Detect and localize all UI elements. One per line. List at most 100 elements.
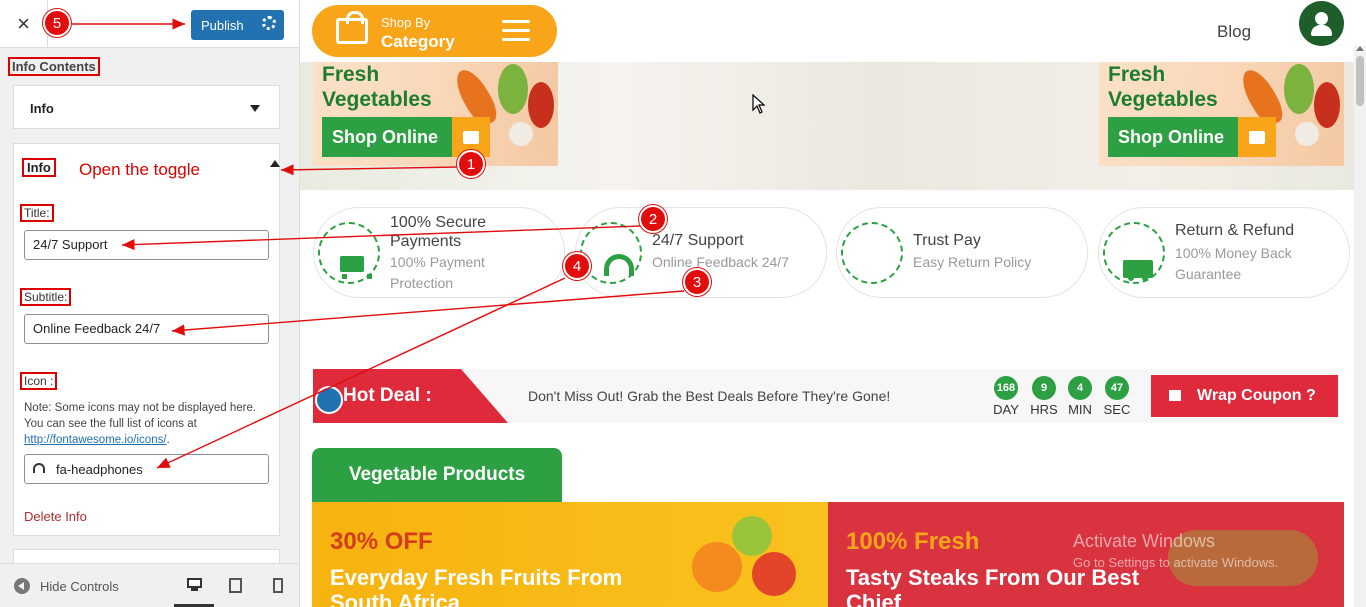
blog-nav-link[interactable]: Blog (1217, 22, 1251, 42)
subtitle-field-label: Subtitle: (20, 288, 72, 306)
headphones-icon (33, 463, 45, 473)
cabbage-image (498, 64, 528, 114)
watermark-title: Activate Windows (1073, 531, 1216, 551)
banner-title-line: Fresh (1108, 63, 1166, 86)
edit-pencil-icon[interactable] (315, 386, 343, 414)
icon-note-end: . (166, 434, 170, 446)
gear-icon[interactable] (262, 16, 276, 30)
promo-heading: Everyday Fresh Fruits From South Africa (330, 565, 623, 607)
countdown-value: 4 (1068, 376, 1092, 400)
chevron-down-icon[interactable] (250, 105, 260, 112)
step-badge: 5 (43, 9, 71, 37)
windows-activation-watermark: Activate Windows Go to Settings to activ… (1073, 531, 1278, 570)
icon-field[interactable]: fa-headphones (24, 454, 269, 484)
feature-title: Return & Refund (1175, 222, 1295, 239)
icon-field-value: fa-headphones (56, 462, 143, 477)
shop-by-text: Shop By (381, 15, 431, 30)
site-header: Shop By Category Blog (300, 0, 1366, 62)
promo-fruits[interactable]: 30% OFF Everyday Fresh Fruits From South… (312, 502, 828, 607)
scrollbar-thumb[interactable] (1356, 56, 1364, 106)
title-field[interactable]: 24/7 Support (24, 230, 269, 260)
promo-heading: Tasty Steaks From Our Best Chief (846, 565, 1140, 607)
mobile-preview-icon[interactable] (273, 578, 283, 593)
countdown-seconds: 47 SEC (1102, 376, 1132, 417)
countdown-value: 168 (994, 376, 1018, 400)
countdown-unit: MIN (1068, 402, 1092, 417)
shopping-bag-icon (1238, 117, 1276, 157)
icon-ring (580, 222, 642, 284)
shop-by-category-button[interactable]: Shop By Category (312, 5, 557, 57)
feature-subtitle: 100% Money Back Guarantee (1175, 245, 1292, 282)
promo-percent: 100% Fresh (846, 528, 980, 555)
feature-subtitle: 100% Payment Protection (390, 254, 485, 291)
icon-note-text: Note: Some icons may not be displayed he… (24, 402, 257, 430)
banner-title: Fresh Vegetables (1108, 62, 1218, 112)
vegetable-products-tab[interactable]: Vegetable Products (312, 448, 562, 502)
countdown-unit: SEC (1103, 402, 1131, 417)
tablet-preview-icon[interactable] (229, 578, 242, 593)
grapefruit-image (752, 552, 796, 596)
hot-deal-bar: Hot Deal : Don't Miss Out! Grab the Best… (313, 369, 1339, 423)
hamburger-icon (502, 20, 530, 47)
countdown-unit: DAY (993, 402, 1019, 417)
hot-deal-message: Don't Miss Out! Grab the Best Deals Befo… (528, 388, 891, 404)
info-item-label: Info (30, 101, 54, 116)
feature-trust-pay: Trust Pay Easy Return Policy (836, 207, 1088, 298)
wrap-coupon-button[interactable]: Wrap Coupon ? (1151, 375, 1338, 417)
feature-subtitle: Easy Return Policy (913, 254, 1032, 270)
apple-image (732, 516, 772, 556)
desktop-preview-icon[interactable] (187, 578, 202, 593)
vegetables-banner-left[interactable]: Fresh Vegetables Shop Online (313, 62, 558, 166)
subtitle-field[interactable]: Online Feedback 24/7 (24, 314, 269, 344)
wrap-coupon-label: Wrap Coupon ? (1197, 387, 1316, 404)
close-customizer-button[interactable]: × (0, 0, 48, 48)
step-badge: 3 (683, 268, 711, 296)
publish-label: Publish (201, 17, 244, 33)
info-item-collapsed[interactable]: Info (13, 85, 280, 129)
info-item-label[interactable]: Info (22, 158, 56, 177)
title-field-label: Title: (20, 204, 54, 222)
countdown-unit: HRS (1030, 402, 1058, 417)
hot-deal-label: Hot Deal : (343, 385, 432, 406)
feature-title: Trust Pay (913, 232, 981, 249)
feature-secure-payments: 100% Secure Payments 100% Payment Protec… (313, 207, 565, 298)
watermark-subtitle: Go to Settings to activate Windows. (1073, 555, 1279, 570)
panel-footer: Hide Controls (0, 563, 299, 607)
scrollbar[interactable] (1354, 46, 1366, 607)
countdown-minutes: 4 MIN (1065, 376, 1095, 417)
hide-controls-label: Hide Controls (40, 578, 119, 594)
feature-subtitle: Online Feedback 24/7 (652, 254, 789, 270)
headphones-icon (604, 254, 634, 276)
banner-title-line: Vegetables (1108, 88, 1218, 111)
icon-ring (318, 222, 380, 284)
fontawesome-link[interactable]: http://fontawesome.io/icons/ (24, 434, 167, 446)
icon-field-label: Icon : (20, 372, 58, 390)
vegetables-banner-right[interactable]: Fresh Vegetables Shop Online (1099, 62, 1344, 166)
feature-title: 100% Secure Payments (390, 214, 487, 250)
countdown-value: 47 (1105, 376, 1129, 400)
publish-button[interactable]: Publish (191, 10, 284, 40)
tomato-image (528, 82, 554, 128)
user-account-icon[interactable] (1299, 1, 1344, 46)
shop-online-button[interactable]: Shop Online (322, 117, 452, 157)
countdown-hours: 9 HRS (1029, 376, 1059, 417)
banner-title-line: Vegetables (322, 88, 432, 111)
garlic-image (1295, 122, 1319, 146)
feature-return-refund: Return & Refund 100% Money Back Guarante… (1098, 207, 1350, 298)
step-badge: 4 (563, 252, 591, 280)
feature-title: 24/7 Support (652, 232, 744, 249)
banner-title: Fresh Vegetables (322, 62, 432, 112)
delete-info-link[interactable]: Delete Info (24, 509, 87, 524)
step-badge: 2 (639, 205, 667, 233)
shop-online-button[interactable]: Shop Online (1108, 117, 1238, 157)
icon-ring (1103, 222, 1165, 284)
scroll-up-icon[interactable] (1356, 46, 1364, 51)
countdown-value: 9 (1032, 376, 1056, 400)
section-heading: Info Contents (8, 57, 100, 76)
garlic-image (509, 122, 533, 146)
step-badge: 1 (457, 150, 485, 178)
hide-controls-button[interactable]: Hide Controls (14, 578, 119, 594)
shopping-bag-icon (336, 11, 368, 44)
category-text: Category (381, 32, 455, 51)
chevron-up-icon[interactable] (270, 160, 280, 167)
